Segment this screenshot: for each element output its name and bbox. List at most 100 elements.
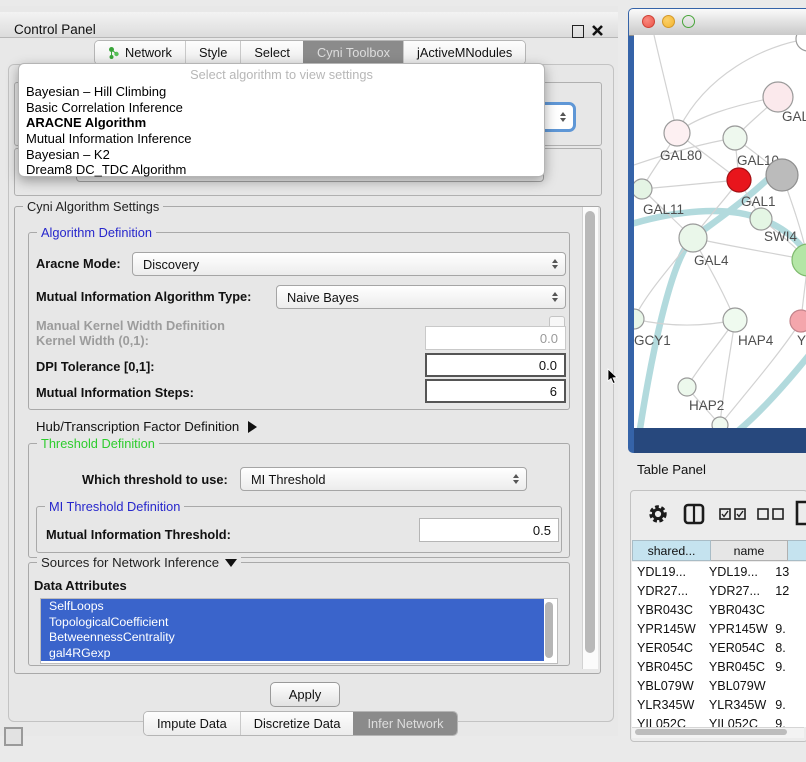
- tab-style[interactable]: Style: [185, 41, 240, 64]
- table-cell[interactable]: YLR345W: [632, 695, 702, 714]
- algorithm-option[interactable]: Mutual Information Inference: [19, 131, 544, 147]
- table-cell[interactable]: YPR145W: [702, 619, 770, 638]
- network-node[interactable]: [792, 244, 806, 276]
- attribute-item-selected[interactable]: SelfLoops: [41, 599, 544, 615]
- algorithm-option-selected[interactable]: ARACNE Algorithm: [19, 115, 544, 131]
- table-cell[interactable]: YBL079W: [632, 676, 702, 695]
- close-traffic-light[interactable]: [642, 15, 655, 28]
- algorithm-option[interactable]: Bayesian – Hill Climbing: [19, 84, 544, 100]
- network-node[interactable]: [712, 417, 728, 428]
- table-cell[interactable]: 9.: [770, 657, 806, 676]
- network-window-titlebar[interactable]: [629, 9, 806, 36]
- network-canvas[interactable]: GALGAL80GAL10GAL1GAL11SWI4GAL4GCY1HAP4YH…: [634, 35, 806, 428]
- network-node-hap4[interactable]: [723, 308, 747, 332]
- table-cell[interactable]: YER054C: [702, 638, 770, 657]
- table-cell[interactable]: 9.: [770, 695, 806, 714]
- tab-discretize-data[interactable]: Discretize Data: [240, 712, 354, 735]
- table-cell[interactable]: YIL052C: [632, 714, 702, 727]
- column-header-name[interactable]: name: [711, 540, 788, 561]
- table-cell[interactable]: 9.: [770, 714, 806, 727]
- checked-checkboxes-icon[interactable]: [719, 508, 747, 520]
- table-row[interactable]: YDL19...YDL19...13: [632, 562, 806, 581]
- table-row[interactable]: YPR145WYPR145W9.: [632, 619, 806, 638]
- network-node-gal1[interactable]: [727, 168, 751, 192]
- table-row[interactable]: YLR345WYLR345W9.: [632, 695, 806, 714]
- table-cell[interactable]: YBR045C: [632, 657, 702, 676]
- network-node-swi4[interactable]: [750, 208, 772, 230]
- tab-impute-data[interactable]: Impute Data: [144, 712, 240, 735]
- network-node[interactable]: [796, 35, 806, 51]
- attribute-item-selected[interactable]: TopologicalCoefficient: [41, 615, 544, 631]
- hub-definition-toggle[interactable]: Hub/Transcription Factor Definition: [36, 419, 257, 434]
- algorithm-option[interactable]: Dream8 DC_TDC Algorithm: [19, 162, 544, 178]
- table-row[interactable]: YIL052CYIL052C9.: [632, 714, 806, 727]
- network-node[interactable]: [766, 159, 798, 191]
- table-cell[interactable]: [770, 600, 806, 619]
- table-cell[interactable]: YDR27...: [702, 581, 770, 600]
- which-threshold-combobox[interactable]: MI Threshold: [240, 467, 527, 491]
- network-node-gcy1[interactable]: [634, 309, 644, 329]
- network-edge[interactable]: [634, 319, 735, 325]
- table-cell[interactable]: YBR045C: [702, 657, 770, 676]
- collapsed-panel-button[interactable]: [4, 727, 23, 746]
- table-cell[interactable]: YER054C: [632, 638, 702, 657]
- table-hscrollbar-thumb[interactable]: [635, 729, 787, 735]
- network-edge[interactable]: [677, 97, 778, 133]
- network-edge[interactable]: [642, 180, 739, 189]
- table-row[interactable]: YBR043CYBR043C: [632, 600, 806, 619]
- tab-network[interactable]: Network: [95, 41, 185, 64]
- network-node-gal4[interactable]: [679, 224, 707, 252]
- table-cell[interactable]: 13: [770, 562, 806, 581]
- tab-select[interactable]: Select: [240, 41, 303, 64]
- table-row[interactable]: YBL079WYBL079W: [632, 676, 806, 695]
- float-window-icon[interactable]: [572, 25, 584, 38]
- table-cell[interactable]: 12: [770, 581, 806, 600]
- tab-cyni-toolbox[interactable]: Cyni Toolbox: [303, 41, 403, 64]
- table-cell[interactable]: YPR145W: [632, 619, 702, 638]
- unchecked-checkboxes-icon[interactable]: [757, 508, 785, 520]
- tab-infer-network[interactable]: Infer Network: [353, 712, 456, 735]
- table-row[interactable]: YER054CYER054C8.: [632, 638, 806, 657]
- network-node-y[interactable]: [790, 310, 806, 332]
- table-row[interactable]: YBR045CYBR045C9.: [632, 657, 806, 676]
- table-cell[interactable]: YBR043C: [702, 600, 770, 619]
- algorithm-option[interactable]: Basic Correlation Inference: [19, 100, 544, 116]
- kernel-width-field[interactable]: 0.0: [425, 326, 566, 350]
- table-cell[interactable]: YBR043C: [632, 600, 702, 619]
- minimize-traffic-light[interactable]: [662, 15, 675, 28]
- mi-algorithm-type-combobox[interactable]: Naive Bayes: [276, 285, 566, 309]
- list-scrollbar-thumb[interactable]: [545, 602, 553, 658]
- table-cell[interactable]: YDR27...: [632, 581, 702, 600]
- document-icon[interactable]: [794, 499, 806, 527]
- maximize-traffic-light[interactable]: [682, 15, 695, 28]
- table-cell[interactable]: YIL052C: [702, 714, 770, 727]
- column-header-shared[interactable]: shared...: [632, 540, 711, 561]
- attribute-item-selected[interactable]: BetweennessCentrality: [41, 630, 544, 646]
- table-cell[interactable]: 8.: [770, 638, 806, 657]
- mi-threshold-field[interactable]: 0.5: [419, 518, 559, 542]
- network-node-gal80[interactable]: [664, 120, 690, 146]
- apply-button[interactable]: Apply: [270, 682, 340, 707]
- network-node-hap2[interactable]: [678, 378, 696, 396]
- aracne-mode-combobox[interactable]: Discovery: [132, 252, 566, 276]
- close-icon[interactable]: [591, 24, 604, 37]
- network-node-gal[interactable]: [763, 82, 793, 112]
- network-edge[interactable]: [654, 35, 677, 133]
- table-row[interactable]: YDR27...YDR27...12: [632, 581, 806, 600]
- table-cell[interactable]: YDL19...: [702, 562, 770, 581]
- column-header-cut[interactable]: [788, 540, 806, 561]
- tab-jactivemnodules[interactable]: jActiveMNodules: [403, 41, 525, 64]
- algorithm-option[interactable]: Bayesian – K2: [19, 147, 544, 163]
- collapse-down-icon[interactable]: [225, 559, 237, 567]
- table-cell[interactable]: YDL19...: [632, 562, 702, 581]
- settings-scrollbar-thumb[interactable]: [585, 211, 595, 653]
- attribute-item-selected[interactable]: gal4RGexp: [41, 646, 544, 662]
- network-node-gal10[interactable]: [723, 126, 747, 150]
- table-cell[interactable]: YLR345W: [702, 695, 770, 714]
- data-attributes-list[interactable]: SelfLoops TopologicalCoefficient Between…: [40, 598, 558, 664]
- dpi-tolerance-field[interactable]: 0.0: [425, 353, 566, 377]
- columns-icon[interactable]: [683, 503, 705, 525]
- table-cell[interactable]: YBL079W: [702, 676, 770, 695]
- gear-icon[interactable]: [647, 503, 669, 525]
- table-cell[interactable]: [770, 676, 806, 695]
